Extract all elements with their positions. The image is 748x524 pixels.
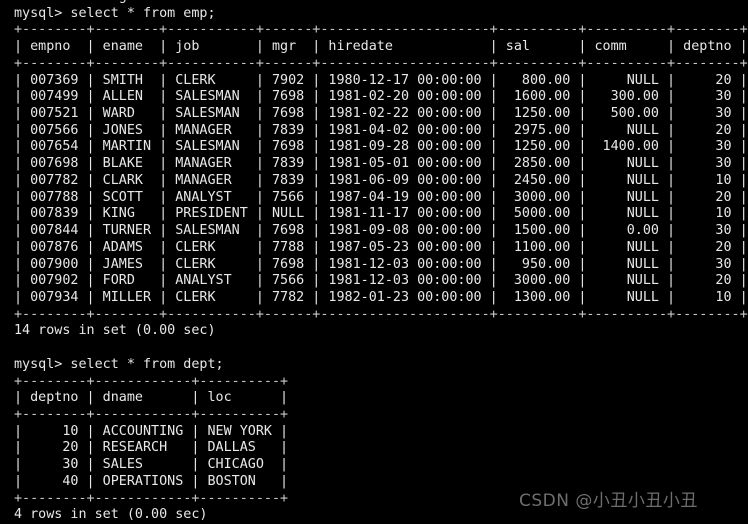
table-header-row: | empno | ename | job | mgr | hiredate |… bbox=[14, 39, 748, 55]
prompt-line-0: mysql> select * from emp; bbox=[14, 5, 216, 21]
table-row: | 40 | OPERATIONS | BOSTON | bbox=[14, 473, 289, 489]
table-row: | 20 | RESEARCH | DALLAS | bbox=[14, 440, 289, 456]
result-footer: 4 rows in set (0.00 sec) bbox=[14, 507, 208, 523]
table-row: | 007566 | JONES | MANAGER | 7839 | 1981… bbox=[14, 122, 748, 138]
table-header-row: | deptno | dname | loc | bbox=[14, 390, 289, 406]
table-row: | 007839 | KING | PRESIDENT | NULL | 198… bbox=[14, 206, 748, 222]
table-rule: +--------+--------+-----------+------+--… bbox=[14, 22, 748, 38]
table-row: | 007900 | JAMES | CLERK | 7698 | 1981-1… bbox=[14, 256, 748, 272]
table-rule: +--------+------------+----------+ bbox=[14, 490, 289, 506]
table-row: | 007788 | SCOTT | ANALYST | 7566 | 1987… bbox=[14, 189, 748, 205]
table-row: | 007902 | FORD | ANALYST | 7566 | 1981-… bbox=[14, 273, 748, 289]
result-footer: 14 rows in set (0.00 sec) bbox=[14, 323, 216, 339]
table-rule: +--------+------------+----------+ bbox=[14, 406, 289, 422]
table-row: | 007934 | MILLER | CLERK | 7782 | 1982-… bbox=[14, 289, 748, 305]
terminal-output[interactable]: Database changedmysql> select * from emp… bbox=[0, 0, 748, 524]
table-rule: +--------+------------+----------+ bbox=[14, 373, 289, 389]
table-row: | 007654 | MARTIN | SALESMAN | 7698 | 19… bbox=[14, 139, 748, 155]
table-row: | 007698 | BLAKE | MANAGER | 7839 | 1981… bbox=[14, 156, 748, 172]
prompt-line-1: mysql> select * from dept; bbox=[14, 356, 224, 372]
table-row: | 007844 | TURNER | SALESMAN | 7698 | 19… bbox=[14, 223, 748, 239]
table-row: | 007782 | CLARK | MANAGER | 7839 | 1981… bbox=[14, 172, 748, 188]
table-rule: +--------+--------+-----------+------+--… bbox=[14, 55, 748, 71]
table-rule: +--------+--------+-----------+------+--… bbox=[14, 306, 748, 322]
table-row: | 007521 | WARD | SALESMAN | 7698 | 1981… bbox=[14, 106, 748, 122]
table-row: | 10 | ACCOUNTING | NEW YORK | bbox=[14, 423, 289, 439]
table-row: | 007876 | ADAMS | CLERK | 7788 | 1987-0… bbox=[14, 239, 748, 255]
table-row: | 007499 | ALLEN | SALESMAN | 7698 | 198… bbox=[14, 89, 748, 105]
table-row: | 30 | SALES | CHICAGO | bbox=[14, 457, 289, 473]
table-row: | 007369 | SMITH | CLERK | 7902 | 1980-1… bbox=[14, 72, 748, 88]
